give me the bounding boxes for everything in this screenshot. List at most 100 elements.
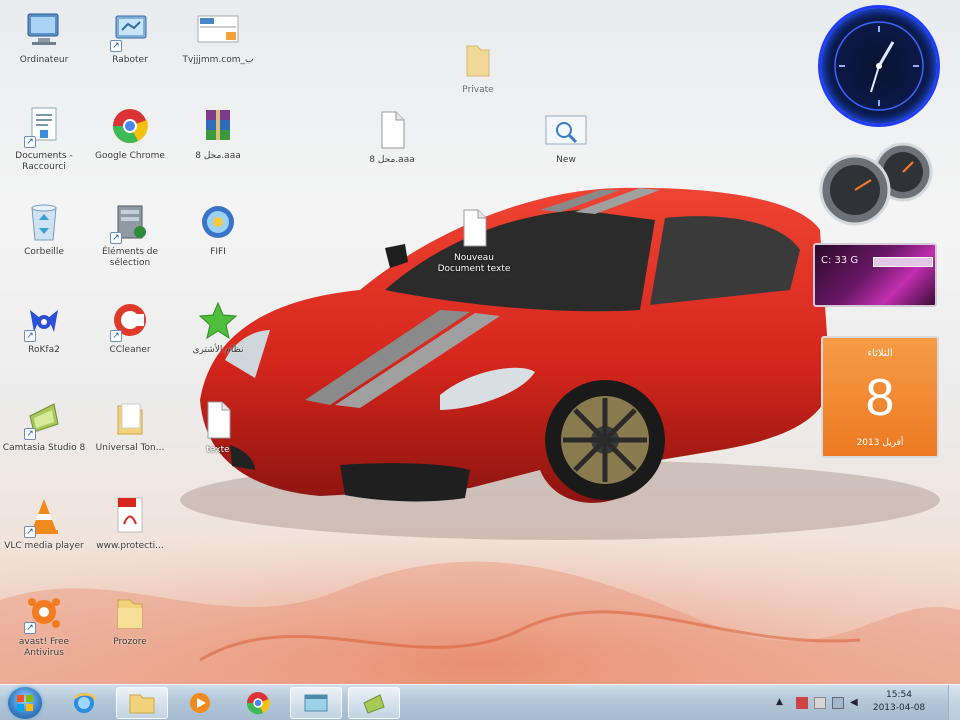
- desktop-icon-recycle-bin[interactable]: Corbeille: [2, 200, 86, 258]
- show-hidden-icons-icon[interactable]: ▲: [776, 697, 788, 709]
- ccleaner-icon: ↗: [108, 298, 152, 342]
- clock-date: 2013-04-08: [872, 703, 926, 713]
- shortcut-arrow-icon: ↗: [24, 526, 36, 538]
- desktop-icon-label: محل 8.aaa: [369, 155, 415, 165]
- calendar-month-year: أفريل 2013: [856, 438, 904, 448]
- desktop-icon-folder-drag[interactable]: Private: [436, 38, 520, 96]
- cpu-meter-gadget[interactable]: [817, 140, 939, 226]
- network-icon: ↗: [108, 8, 152, 52]
- show-desktop-button[interactable]: [948, 685, 960, 720]
- desktop-icon-label: VLC media player: [4, 541, 84, 551]
- file-explorer-icon: [129, 694, 155, 714]
- shortcut-arrow-icon: ↗: [24, 136, 36, 148]
- shortcut-arrow-icon: ↗: [110, 330, 122, 342]
- desktop-icon-label: Prozore: [113, 637, 147, 647]
- desktop-icon-label: Google Chrome: [95, 151, 165, 161]
- globe-app-icon: [196, 200, 240, 244]
- taskbar: ▲ ◀ 15:54 2013-04-08: [0, 684, 960, 720]
- shortcut-arrow-icon: ↗: [24, 330, 36, 342]
- star-icon: [196, 298, 240, 342]
- internet-explorer-icon: [74, 693, 97, 713]
- desktop-icon-folder[interactable]: Universal Ton...: [88, 396, 172, 454]
- image-viewer-icon: [544, 108, 588, 152]
- file-icon: [370, 108, 414, 152]
- desktop-icon-vlc[interactable]: ↗ VLC media player: [2, 494, 86, 552]
- chrome-icon: [108, 104, 152, 148]
- web-shortcut-icon: [196, 8, 240, 52]
- vlc-icon: ↗: [22, 494, 66, 538]
- volume-icon[interactable]: ◀: [850, 697, 862, 709]
- desktop-icon-label: www.protecti...: [96, 541, 164, 551]
- desktop-icon-blank-file[interactable]: texte: [176, 398, 260, 456]
- desktop-icon-winrar[interactable]: محل 8.aaa: [176, 104, 260, 162]
- pdf-icon: [108, 494, 152, 538]
- chrome-icon: [246, 692, 270, 715]
- desktop-icon-text-file[interactable]: محل 8.aaa: [350, 108, 434, 166]
- system-tray: ▲ ◀ 15:54 2013-04-08: [770, 685, 960, 720]
- computer-icon: [22, 8, 66, 52]
- calendar-day-name: الثلاثاء: [867, 348, 893, 359]
- desktop-icon-label: CCleaner: [109, 345, 151, 355]
- meter-dials-icon: [819, 142, 933, 226]
- desktop-icon-web-shortcut[interactable]: Tvjjjmm.com_ب: [176, 8, 260, 66]
- desktop-icon-label: Corbeille: [24, 247, 64, 257]
- drive-usage-bar: [873, 257, 933, 267]
- desktop-icon-avast[interactable]: ↗ avast! Free Antivirus: [2, 590, 86, 659]
- desktop-icon-camtasia[interactable]: ↗ Camtasia Studio 8: [2, 396, 86, 454]
- shortcut-arrow-icon: ↗: [110, 40, 122, 52]
- clock-time: 15:54: [886, 690, 912, 700]
- desktop-icon-label: Éléments de sélection: [101, 247, 159, 268]
- text-document-icon: [452, 206, 496, 250]
- desktop-icon-pdf[interactable]: www.protecti...: [88, 494, 172, 552]
- taskbar-internet-explorer[interactable]: [58, 687, 110, 719]
- desktop-icon-label: Private: [462, 85, 494, 95]
- desktop-icon-label: Universal Ton...: [95, 443, 165, 453]
- desktop-icon-label: avast! Free Antivirus: [18, 637, 70, 658]
- taskbar-media-player[interactable]: [174, 687, 226, 719]
- desktop-icon-network[interactable]: ↗ Raboter: [88, 8, 172, 66]
- desktop-icon-label: texte: [206, 445, 230, 455]
- desktop-icon-new-text-doc[interactable]: Nouveau Document texte: [432, 206, 516, 275]
- desktop-icon-ccleaner[interactable]: ↗ CCleaner: [88, 298, 172, 356]
- desktop-icon-label: نظام الأشترى: [192, 345, 244, 355]
- camtasia-icon: [363, 694, 385, 714]
- desktop-icon-folder2[interactable]: Prozore: [88, 590, 172, 648]
- window-app-icon: [304, 694, 328, 712]
- media-player-icon: [190, 693, 210, 713]
- desktop-icon-documents[interactable]: ↗ Documents - Raccourci: [2, 104, 86, 173]
- start-button[interactable]: [8, 687, 42, 719]
- taskbar-clock[interactable]: 15:54 2013-04-08: [864, 689, 934, 715]
- documents-icon: ↗: [22, 104, 66, 148]
- drive-meter-gadget[interactable]: C: 33 G: [813, 243, 937, 307]
- analog-clock-icon: [834, 21, 924, 111]
- file-icon: [196, 398, 240, 442]
- folder-icon: [108, 590, 152, 634]
- taskbar-camtasia[interactable]: [348, 687, 400, 719]
- desktop-icon-label: Raboter: [112, 55, 148, 65]
- desktop-icon-computer[interactable]: Ordinateur: [2, 8, 86, 66]
- shortcut-arrow-icon: ↗: [24, 622, 36, 634]
- taskbar-window-app[interactable]: [290, 687, 342, 719]
- calendar-day-number: 8: [865, 369, 895, 427]
- flag-icon[interactable]: [796, 697, 808, 709]
- calendar-gadget[interactable]: الثلاثاء 8 أفريل 2013: [821, 336, 939, 458]
- recycle-bin-icon: [22, 200, 66, 244]
- desktop-icon-label: RoKfa2: [28, 345, 60, 355]
- desktop-icon-label: New: [556, 155, 576, 165]
- desktop-icon-label: محل 8.aaa: [195, 151, 241, 161]
- folder-icon: [108, 396, 152, 440]
- desktop-icon-app-globe[interactable]: FIFI: [176, 200, 260, 258]
- clock-gadget[interactable]: [821, 8, 937, 124]
- desktop-icon-image-file[interactable]: New: [524, 108, 608, 166]
- avast-icon: ↗: [22, 590, 66, 634]
- taskbar-chrome[interactable]: [232, 687, 284, 719]
- desktop-icon-rokfa[interactable]: ↗ RoKfa2: [2, 298, 86, 356]
- monitor-tray-icon[interactable]: [832, 697, 844, 709]
- taskbar-explorer[interactable]: [116, 687, 168, 719]
- network-tray-icon[interactable]: [814, 697, 826, 709]
- rokfa-app-icon: ↗: [22, 298, 66, 342]
- desktop-icon-label: Ordinateur: [19, 55, 69, 65]
- desktop-icon-chrome[interactable]: Google Chrome: [88, 104, 172, 162]
- desktop-icon-control-panel[interactable]: ↗ Éléments de sélection: [88, 200, 172, 269]
- desktop-icon-star-app[interactable]: نظام الأشترى: [176, 298, 260, 356]
